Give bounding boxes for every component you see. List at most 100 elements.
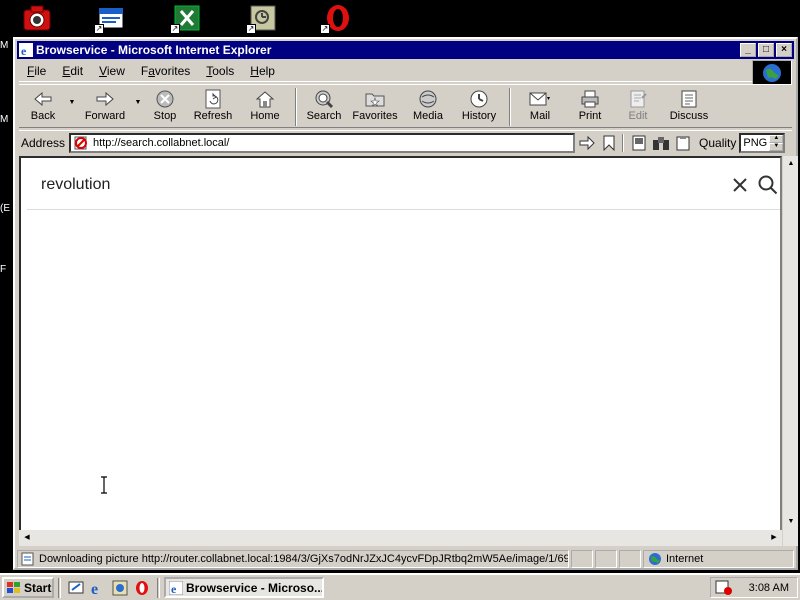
page-content xyxy=(19,156,782,546)
forward-button[interactable]: Forward xyxy=(77,85,133,127)
show-desktop-icon[interactable] xyxy=(67,579,85,597)
search-toolbar-button[interactable]: Search xyxy=(301,85,347,127)
vertical-scrollbar[interactable]: ▲ ▼ xyxy=(782,156,798,546)
project-shortcut-icon[interactable]: ↗ xyxy=(246,2,280,34)
history-button[interactable]: History xyxy=(453,85,505,127)
browser-window: e Browservice - Microsoft Internet Explo… xyxy=(13,37,798,570)
text-cursor-icon xyxy=(101,476,107,494)
minimize-button[interactable]: _ xyxy=(740,43,756,57)
shortcut-arrow-icon: ↗ xyxy=(94,24,104,34)
toolbar-separator xyxy=(509,88,511,126)
menu-edit[interactable]: Edit xyxy=(54,64,91,78)
go-arrow-icon[interactable] xyxy=(577,134,597,152)
printer-icon xyxy=(578,88,602,110)
internet-globe-icon xyxy=(649,553,661,565)
camera-icon[interactable] xyxy=(20,2,54,34)
standard-toolbar: Back ▼ Forward ▼ Stop Refresh Home Searc… xyxy=(19,84,792,128)
scroll-left-icon[interactable]: ◀ xyxy=(19,530,35,546)
back-arrow-icon xyxy=(31,88,55,110)
media-button[interactable]: Media xyxy=(403,85,453,127)
status-cell xyxy=(595,550,617,568)
favorites-button[interactable]: Favorites xyxy=(347,85,403,127)
outlook-shortcut-icon[interactable]: ↗ xyxy=(94,2,128,34)
desktop-edge-label: M xyxy=(0,114,9,125)
edit-button[interactable]: Edit xyxy=(615,85,661,127)
status-text: Downloading picture http://router.collab… xyxy=(39,553,569,565)
menu-view[interactable]: View xyxy=(91,64,133,78)
spin-up-icon[interactable]: ▲ xyxy=(769,134,784,143)
start-button[interactable]: Start xyxy=(2,577,54,598)
status-bar: Downloading picture http://router.collab… xyxy=(17,549,794,569)
security-zone: Internet xyxy=(643,550,794,568)
search-input[interactable] xyxy=(41,175,701,194)
search-globe-icon xyxy=(312,88,336,110)
page-icon[interactable] xyxy=(629,134,649,152)
quality-spinner[interactable]: ▲ ▼ xyxy=(769,134,784,151)
history-icon xyxy=(467,88,491,110)
scroll-down-icon[interactable]: ▼ xyxy=(783,514,799,530)
quicklaunch-separator xyxy=(157,577,160,598)
tray-scheduler-icon[interactable] xyxy=(715,580,733,596)
ie-quicklaunch-icon[interactable]: e xyxy=(89,579,107,597)
stop-icon xyxy=(153,88,177,110)
menu-help[interactable]: Help xyxy=(242,64,283,78)
edit-document-icon xyxy=(626,88,650,110)
zone-label: Internet xyxy=(666,553,704,565)
shortcut-arrow-icon: ↗ xyxy=(170,24,180,34)
mail-button[interactable]: Mail xyxy=(515,85,565,127)
task-label: Browservice - Microso... xyxy=(186,580,324,595)
refresh-button[interactable]: Refresh xyxy=(187,85,239,127)
menu-tools[interactable]: Tools xyxy=(198,64,242,78)
clipboard-icon[interactable] xyxy=(673,134,693,152)
windows-flag-icon xyxy=(7,581,20,593)
mail-icon xyxy=(528,88,552,110)
refresh-icon xyxy=(201,88,225,110)
menu-favorites[interactable]: Favorites xyxy=(133,64,198,78)
opera-shortcut-icon[interactable]: ↗ xyxy=(320,2,354,34)
quality-select[interactable]: PNG ▲ ▼ xyxy=(739,132,786,153)
close-button[interactable]: × xyxy=(776,43,792,57)
discuss-button[interactable]: Discuss xyxy=(661,85,717,127)
menu-file[interactable]: File xyxy=(19,64,54,78)
maximize-button[interactable]: □ xyxy=(758,43,774,57)
ie-icon: e xyxy=(169,580,183,595)
bookmark-icon[interactable] xyxy=(599,134,619,152)
svg-text:e: e xyxy=(21,44,27,57)
clear-icon[interactable] xyxy=(732,177,748,193)
quality-label: Quality xyxy=(699,135,737,150)
no-entry-page-icon xyxy=(74,136,88,149)
desktop-edge-label: F xyxy=(0,264,7,275)
svg-text:e: e xyxy=(171,582,177,595)
home-button[interactable]: Home xyxy=(239,85,291,127)
binoculars-icon[interactable] xyxy=(651,134,671,152)
quicklaunch-separator xyxy=(58,577,61,598)
print-button[interactable]: Print xyxy=(565,85,615,127)
menu-bar: File Edit View Favorites Tools Help xyxy=(19,60,752,82)
forward-arrow-icon xyxy=(93,88,117,110)
discuss-icon xyxy=(677,88,701,110)
scroll-up-icon[interactable]: ▲ xyxy=(783,156,799,172)
desktop-edge-label: M xyxy=(0,40,9,51)
address-input[interactable] xyxy=(93,136,564,149)
task-button-browservice[interactable]: e Browservice - Microso... xyxy=(164,577,324,598)
desktop-edge-label: (E xyxy=(0,203,10,214)
stop-button[interactable]: Stop xyxy=(143,85,187,127)
taskbar: Start e e Browservice - Microso... 3:08 … xyxy=(0,573,800,600)
back-dropdown-icon[interactable]: ▼ xyxy=(67,85,77,106)
address-field[interactable] xyxy=(69,132,576,153)
clock[interactable]: 3:08 AM xyxy=(749,582,789,594)
network-quicklaunch-icon[interactable] xyxy=(111,579,129,597)
search-icon[interactable] xyxy=(758,175,778,195)
horizontal-scrollbar[interactable]: ◀ ▶ xyxy=(19,530,782,546)
opera-quicklaunch-icon[interactable] xyxy=(133,579,151,597)
forward-dropdown-icon[interactable]: ▼ xyxy=(133,85,143,106)
scroll-right-icon[interactable]: ▶ xyxy=(766,530,782,546)
address-separator xyxy=(622,133,625,152)
media-icon xyxy=(416,88,440,110)
title-bar[interactable]: e Browservice - Microsoft Internet Explo… xyxy=(17,41,794,59)
status-cell xyxy=(571,550,593,568)
excel-shortcut-icon[interactable]: ↗ xyxy=(170,2,204,34)
spin-down-icon[interactable]: ▼ xyxy=(769,142,784,151)
back-button[interactable]: Back xyxy=(19,85,67,127)
favorites-folder-icon xyxy=(363,88,387,110)
